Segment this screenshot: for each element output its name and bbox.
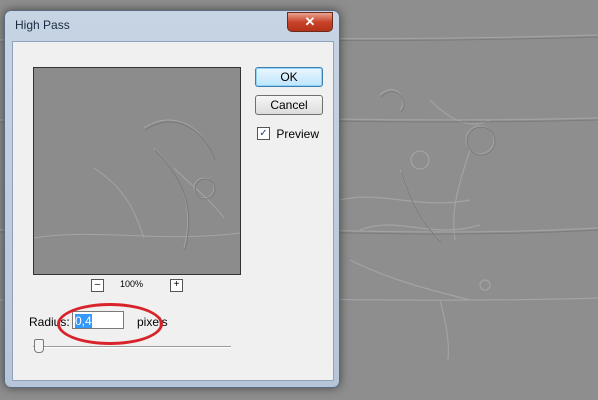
filter-preview[interactable]	[33, 67, 241, 275]
preview-label: Preview	[276, 126, 320, 141]
preview-checkbox[interactable]: ✓	[257, 127, 270, 141]
radius-slider-track[interactable]	[33, 346, 231, 348]
radius-input[interactable]: 0,4	[72, 311, 124, 329]
preview-image	[34, 68, 240, 274]
radius-label: Radius:	[29, 315, 70, 329]
units-label: pixels	[137, 315, 168, 329]
close-button[interactable]: ✕	[287, 12, 333, 32]
title-bar[interactable]: High Pass ✕	[5, 11, 339, 41]
dialog-title: High Pass	[15, 18, 70, 32]
zoom-in-button[interactable]: +	[170, 279, 183, 292]
high-pass-dialog: High Pass ✕ OK Cancel ✓ Preview – 100% +…	[4, 10, 340, 388]
zoom-out-button[interactable]: –	[91, 279, 104, 292]
zoom-level: 100%	[120, 279, 144, 289]
radius-value: 0,4	[75, 314, 92, 328]
preview-toggle[interactable]: ✓ Preview	[257, 126, 319, 142]
dialog-body: OK Cancel ✓ Preview – 100% + Radius: 0,4…	[12, 41, 334, 381]
cancel-button[interactable]: Cancel	[255, 95, 323, 115]
close-icon: ✕	[304, 14, 316, 29]
radius-slider-thumb[interactable]	[34, 339, 44, 353]
ok-button[interactable]: OK	[255, 67, 323, 87]
